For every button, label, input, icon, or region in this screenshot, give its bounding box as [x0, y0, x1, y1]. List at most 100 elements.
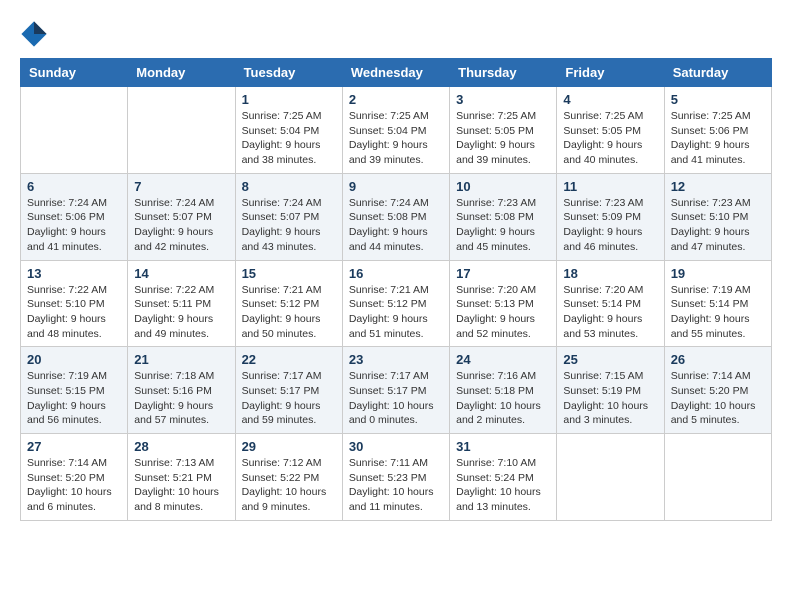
day-info: Sunrise: 7:14 AM Sunset: 5:20 PM Dayligh…: [27, 456, 121, 515]
calendar-cell: 18 Sunrise: 7:20 AM Sunset: 5:14 PM Dayli…: [557, 260, 664, 347]
calendar-cell: 3 Sunrise: 7:25 AM Sunset: 5:05 PM Daylig…: [450, 87, 557, 174]
day-number: 7: [134, 179, 228, 194]
day-info: Sunrise: 7:19 AM Sunset: 5:14 PM Dayligh…: [671, 283, 765, 342]
calendar-cell: 25Sunrise: 7:15 AM Sunset: 5:19 PM Dayli…: [557, 347, 664, 434]
weekday-friday: Friday: [557, 59, 664, 87]
week-row-3: 13Sunrise: 7:22 AM Sunset: 5:10 PM Dayli…: [21, 260, 772, 347]
day-number: 27: [27, 439, 121, 454]
day-number: 11: [563, 179, 657, 194]
calendar-cell: 13Sunrise: 7:22 AM Sunset: 5:10 PM Dayli…: [21, 260, 128, 347]
day-info: Sunrise: 7:25 AM Sunset: 5:05 PM Dayligh…: [563, 109, 657, 168]
day-number: 8: [242, 179, 336, 194]
calendar-cell: 22Sunrise: 7:17 AM Sunset: 5:17 PM Dayli…: [235, 347, 342, 434]
day-number: 4: [563, 92, 657, 107]
calendar-cell: 4 Sunrise: 7:25 AM Sunset: 5:05 PM Daylig…: [557, 87, 664, 174]
calendar-cell: 20Sunrise: 7:19 AM Sunset: 5:15 PM Dayli…: [21, 347, 128, 434]
calendar-cell: 17 Sunrise: 7:20 AM Sunset: 5:13 PM Dayli…: [450, 260, 557, 347]
day-info: Sunrise: 7:25 AM Sunset: 5:05 PM Dayligh…: [456, 109, 550, 168]
day-info: Sunrise: 7:25 AM Sunset: 5:04 PM Dayligh…: [349, 109, 443, 168]
logo-icon: [20, 20, 48, 48]
day-number: 26: [671, 352, 765, 367]
calendar-cell: 11 Sunrise: 7:23 AM Sunset: 5:09 PM Dayli…: [557, 173, 664, 260]
day-info: Sunrise: 7:25 AM Sunset: 5:06 PM Dayligh…: [671, 109, 765, 168]
day-number: 5: [671, 92, 765, 107]
calendar-cell: [557, 434, 664, 521]
day-number: 14: [134, 266, 228, 281]
day-info: Sunrise: 7:13 AM Sunset: 5:21 PM Dayligh…: [134, 456, 228, 515]
calendar-cell: 6 Sunrise: 7:24 AM Sunset: 5:06 PM Daylig…: [21, 173, 128, 260]
day-number: 17: [456, 266, 550, 281]
page-header: [20, 20, 772, 48]
day-number: 1: [242, 92, 336, 107]
week-row-5: 27 Sunrise: 7:14 AM Sunset: 5:20 PM Dayli…: [21, 434, 772, 521]
day-number: 22: [242, 352, 336, 367]
calendar-cell: 14 Sunrise: 7:22 AM Sunset: 5:11 PM Dayli…: [128, 260, 235, 347]
calendar-cell: 27 Sunrise: 7:14 AM Sunset: 5:20 PM Dayli…: [21, 434, 128, 521]
day-number: 31: [456, 439, 550, 454]
day-number: 23: [349, 352, 443, 367]
calendar-cell: 28 Sunrise: 7:13 AM Sunset: 5:21 PM Dayli…: [128, 434, 235, 521]
day-number: 25: [563, 352, 657, 367]
calendar-cell: 7Sunrise: 7:24 AM Sunset: 5:07 PM Daylig…: [128, 173, 235, 260]
day-info: Sunrise: 7:22 AM Sunset: 5:10 PM Dayligh…: [27, 283, 121, 342]
day-info: Sunrise: 7:24 AM Sunset: 5:08 PM Dayligh…: [349, 196, 443, 255]
calendar-cell: 29 Sunrise: 7:12 AM Sunset: 5:22 PM Dayli…: [235, 434, 342, 521]
calendar-cell: 16 Sunrise: 7:21 AM Sunset: 5:12 PM Dayli…: [342, 260, 449, 347]
day-info: Sunrise: 7:20 AM Sunset: 5:13 PM Dayligh…: [456, 283, 550, 342]
day-info: Sunrise: 7:21 AM Sunset: 5:12 PM Dayligh…: [242, 283, 336, 342]
day-number: 9: [349, 179, 443, 194]
calendar-cell: 26 Sunrise: 7:14 AM Sunset: 5:20 PM Dayli…: [664, 347, 771, 434]
day-info: Sunrise: 7:16 AM Sunset: 5:18 PM Dayligh…: [456, 369, 550, 428]
calendar-cell: 12 Sunrise: 7:23 AM Sunset: 5:10 PM Dayli…: [664, 173, 771, 260]
day-info: Sunrise: 7:23 AM Sunset: 5:10 PM Dayligh…: [671, 196, 765, 255]
day-info: Sunrise: 7:12 AM Sunset: 5:22 PM Dayligh…: [242, 456, 336, 515]
calendar-cell: 5 Sunrise: 7:25 AM Sunset: 5:06 PM Daylig…: [664, 87, 771, 174]
day-info: Sunrise: 7:23 AM Sunset: 5:08 PM Dayligh…: [456, 196, 550, 255]
calendar-cell: [128, 87, 235, 174]
day-number: 19: [671, 266, 765, 281]
calendar-cell: 31 Sunrise: 7:10 AM Sunset: 5:24 PM Dayli…: [450, 434, 557, 521]
day-number: 16: [349, 266, 443, 281]
calendar-cell: 10 Sunrise: 7:23 AM Sunset: 5:08 PM Dayli…: [450, 173, 557, 260]
day-info: Sunrise: 7:22 AM Sunset: 5:11 PM Dayligh…: [134, 283, 228, 342]
day-number: 30: [349, 439, 443, 454]
weekday-thursday: Thursday: [450, 59, 557, 87]
day-number: 21: [134, 352, 228, 367]
day-info: Sunrise: 7:24 AM Sunset: 5:07 PM Dayligh…: [242, 196, 336, 255]
calendar-cell: 2 Sunrise: 7:25 AM Sunset: 5:04 PM Daylig…: [342, 87, 449, 174]
calendar-cell: 21Sunrise: 7:18 AM Sunset: 5:16 PM Dayli…: [128, 347, 235, 434]
week-row-1: 1 Sunrise: 7:25 AM Sunset: 5:04 PM Daylig…: [21, 87, 772, 174]
day-info: Sunrise: 7:14 AM Sunset: 5:20 PM Dayligh…: [671, 369, 765, 428]
day-number: 15: [242, 266, 336, 281]
day-number: 6: [27, 179, 121, 194]
day-number: 29: [242, 439, 336, 454]
calendar-cell: 9 Sunrise: 7:24 AM Sunset: 5:08 PM Daylig…: [342, 173, 449, 260]
day-number: 3: [456, 92, 550, 107]
day-number: 18: [563, 266, 657, 281]
calendar-cell: 23 Sunrise: 7:17 AM Sunset: 5:17 PM Dayli…: [342, 347, 449, 434]
day-number: 12: [671, 179, 765, 194]
day-number: 20: [27, 352, 121, 367]
weekday-sunday: Sunday: [21, 59, 128, 87]
day-info: Sunrise: 7:25 AM Sunset: 5:04 PM Dayligh…: [242, 109, 336, 168]
day-info: Sunrise: 7:21 AM Sunset: 5:12 PM Dayligh…: [349, 283, 443, 342]
calendar-cell: 24 Sunrise: 7:16 AM Sunset: 5:18 PM Dayli…: [450, 347, 557, 434]
day-number: 2: [349, 92, 443, 107]
calendar-cell: 8 Sunrise: 7:24 AM Sunset: 5:07 PM Daylig…: [235, 173, 342, 260]
calendar-cell: 15 Sunrise: 7:21 AM Sunset: 5:12 PM Dayli…: [235, 260, 342, 347]
day-info: Sunrise: 7:10 AM Sunset: 5:24 PM Dayligh…: [456, 456, 550, 515]
weekday-wednesday: Wednesday: [342, 59, 449, 87]
day-number: 28: [134, 439, 228, 454]
day-number: 10: [456, 179, 550, 194]
day-info: Sunrise: 7:20 AM Sunset: 5:14 PM Dayligh…: [563, 283, 657, 342]
day-info: Sunrise: 7:23 AM Sunset: 5:09 PM Dayligh…: [563, 196, 657, 255]
day-info: Sunrise: 7:24 AM Sunset: 5:06 PM Dayligh…: [27, 196, 121, 255]
calendar-body: 1 Sunrise: 7:25 AM Sunset: 5:04 PM Daylig…: [21, 87, 772, 521]
weekday-saturday: Saturday: [664, 59, 771, 87]
week-row-4: 20Sunrise: 7:19 AM Sunset: 5:15 PM Dayli…: [21, 347, 772, 434]
logo: [20, 20, 52, 48]
weekday-tuesday: Tuesday: [235, 59, 342, 87]
day-info: Sunrise: 7:17 AM Sunset: 5:17 PM Dayligh…: [349, 369, 443, 428]
day-number: 24: [456, 352, 550, 367]
day-info: Sunrise: 7:11 AM Sunset: 5:23 PM Dayligh…: [349, 456, 443, 515]
